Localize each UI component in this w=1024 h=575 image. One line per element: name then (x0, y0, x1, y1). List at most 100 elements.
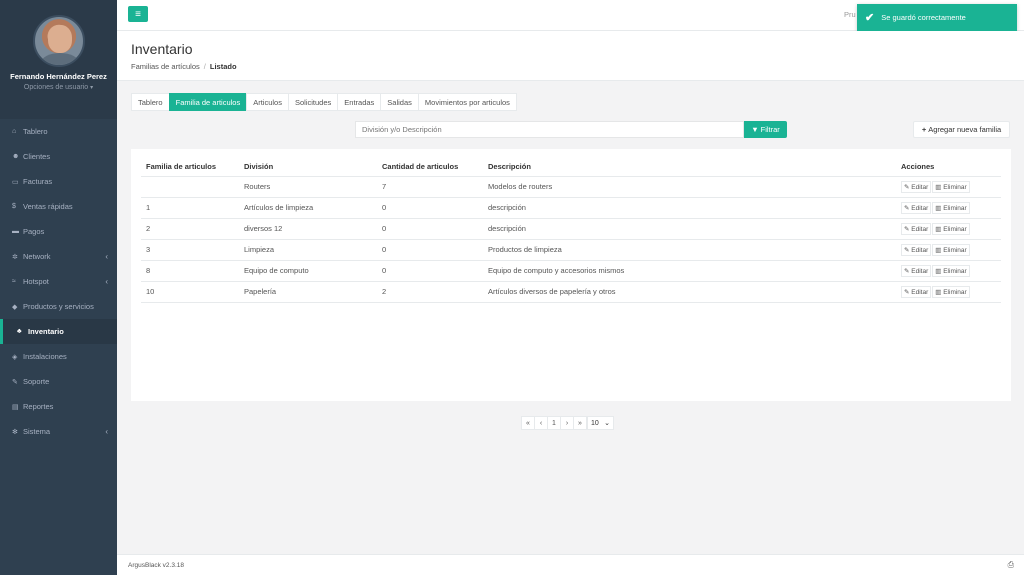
sidebar-item-sistema[interactable]: ✻ Sistema ‹ (0, 419, 117, 444)
user-options-dropdown[interactable]: Opciones de usuario ▾ (0, 84, 117, 91)
book-icon: ▤ (12, 403, 19, 411)
filter-button[interactable]: ▼ Filtrar (744, 121, 787, 138)
app-version: ArgusBlack v2.3.18 (128, 561, 185, 569)
sidebar-item-soporte[interactable]: ✎ Soporte (0, 369, 117, 394)
add-family-button[interactable]: + Agregar nueva familia (913, 121, 1010, 138)
cell-familia: 2 (141, 218, 239, 240)
sidebar-item-label: Hotspot (23, 277, 49, 286)
first-page-button[interactable]: « (521, 416, 535, 430)
table-header-row: Familia de articulos División Cantidad d… (141, 157, 1001, 177)
cell-familia: 1 (141, 197, 239, 219)
trash-icon: ▥ (935, 225, 942, 233)
delete-button[interactable]: ▥ Eliminar (932, 285, 970, 298)
table-body: Routers 7 Modelos de routers ✎ Editar ▥ Elim… (141, 176, 1001, 303)
cell-cantidad: 0 (377, 197, 483, 219)
tab-tablero[interactable]: Tablero (131, 93, 170, 111)
cell-cantidad: 0 (377, 239, 483, 261)
table-row: 8 Equipo de computo 0 Equipo de computo y a… (141, 260, 1001, 282)
search-input[interactable] (355, 121, 744, 138)
edit-button[interactable]: ✎ Editar (901, 180, 932, 193)
user-options-label: Opciones de usuario (23, 84, 89, 91)
file-icon: ▭ (12, 178, 19, 186)
sidebar-item-label: Facturas (23, 177, 53, 186)
dollar-icon: $ (12, 203, 16, 210)
last-page-button[interactable]: » (573, 416, 587, 430)
cell-cantidad: 2 (377, 281, 483, 303)
sidebar-item-tablero[interactable]: ⌂ Tablero (0, 119, 117, 144)
tab-articulos[interactable]: Articulos (246, 93, 289, 111)
tab-solicitudes[interactable]: Solicitudes (287, 93, 339, 111)
printer-icon[interactable]: ⎙ (1008, 560, 1014, 570)
breadcrumb-parent[interactable]: Familias de artículos (131, 62, 200, 71)
table-row: 10 Papelería 2 Artículos diversos de papele… (141, 281, 1001, 303)
edit-button[interactable]: ✎ Editar (901, 264, 932, 277)
user-name: Fernando Hernández Perez (10, 72, 107, 81)
edit-label: Editar (911, 183, 929, 191)
sidebar-item-label: Tablero (23, 127, 48, 136)
cogs-icon: ✻ (12, 428, 18, 436)
trash-icon: ▥ (935, 204, 942, 212)
breadcrumb-current: Listado (209, 62, 237, 71)
user-profile: Fernando Hernández Perez Opciones de usu… (0, 0, 117, 119)
sidebar-item-label: Pagos (23, 227, 45, 236)
next-page-button[interactable]: › (560, 416, 574, 430)
prev-page-button[interactable]: ‹ (534, 416, 548, 430)
sidebar-item-label: Clientes (23, 152, 51, 161)
sidebar-item-inventario[interactable]: ♣ Inventario (0, 319, 117, 344)
cell-descripcion: Equipo de computo y accesorios mismos (483, 260, 896, 282)
sidebar-item-network[interactable]: ✲ Network ‹ (0, 244, 117, 269)
tab-movimientos-por-articulos[interactable]: Movimientos por articulos (417, 93, 517, 111)
header-acciones: Acciones (896, 157, 1001, 177)
delete-button[interactable]: ▥ Eliminar (932, 180, 970, 193)
sidebar-item-productos-y-servicios[interactable]: ◆ Productos y servicios (0, 294, 117, 319)
caret-down-icon: ▾ (90, 85, 94, 91)
delete-button[interactable]: ▥ Eliminar (932, 264, 970, 277)
chevron-down-icon: ⌄ (604, 420, 610, 427)
delete-button[interactable]: ▥ Eliminar (932, 243, 970, 256)
users-icon: ☻ (12, 153, 20, 160)
page-number-1[interactable]: 1 (547, 416, 561, 430)
sidebar-item-ventas-rápidas[interactable]: $ Ventas rápidas (0, 194, 117, 219)
delete-label: Eliminar (943, 246, 967, 254)
pencil-icon: ✎ (904, 267, 910, 275)
trash-icon: ▥ (935, 183, 942, 191)
success-toast[interactable]: ✔ Se guardó correctamente (857, 4, 1017, 31)
sidebar-item-hotspot[interactable]: ≈ Hotspot ‹ (0, 269, 117, 294)
avatar[interactable] (32, 15, 85, 67)
delete-button[interactable]: ▥ Eliminar (932, 222, 970, 235)
filter-button-label: Filtrar (760, 125, 780, 134)
edit-button[interactable]: ✎ Editar (901, 243, 932, 256)
tab-salidas[interactable]: Salidas (380, 93, 419, 111)
plus-icon: + (921, 125, 927, 134)
edit-button[interactable]: ✎ Editar (901, 222, 932, 235)
edit-label: Editar (911, 225, 929, 233)
per-page-select[interactable]: 10 ⌄ (587, 416, 614, 430)
sidebar-item-reportes[interactable]: ▤ Reportes (0, 394, 117, 419)
cell-descripcion: Artículos diversos de papelería y otros (483, 281, 896, 303)
cell-descripcion: Modelos de routers (483, 176, 896, 198)
header-familia: Familia de articulos (141, 157, 239, 177)
cubes-icon: ♣ (17, 328, 22, 335)
sidebar-item-label: Reportes (23, 402, 54, 411)
menu-toggle-button[interactable]: ≡ (128, 6, 148, 22)
tab-entradas[interactable]: Entradas (337, 93, 382, 111)
topbar-user-text: Pru (844, 10, 856, 19)
cell-cantidad: 7 (377, 176, 483, 198)
delete-label: Eliminar (943, 204, 967, 212)
toast-message: Se guardó correctamente (881, 13, 966, 22)
sidebar-item-facturas[interactable]: ▭ Facturas (0, 169, 117, 194)
sidebar-item-pagos[interactable]: ▬ Pagos (0, 219, 117, 244)
edit-button[interactable]: ✎ Editar (901, 285, 932, 298)
cell-division: diversos 12 (239, 218, 377, 240)
hamburger-icon: ≡ (135, 8, 141, 20)
cell-familia (141, 176, 239, 198)
trash-icon: ▥ (935, 246, 942, 254)
cell-cantidad: 0 (377, 260, 483, 282)
delete-button[interactable]: ▥ Eliminar (932, 201, 970, 214)
edit-button[interactable]: ✎ Editar (901, 201, 932, 214)
sidebar-item-instalaciones[interactable]: ◈ Instalaciones (0, 344, 117, 369)
families-panel: Familia de articulos División Cantidad d… (131, 149, 1011, 401)
sidebar-item-clientes[interactable]: ☻ Clientes (0, 144, 117, 169)
cell-acciones: ✎ Editar ▥ Eliminar (896, 176, 1001, 198)
tab-familia-de-articulos[interactable]: Familia de articulos (168, 93, 248, 111)
